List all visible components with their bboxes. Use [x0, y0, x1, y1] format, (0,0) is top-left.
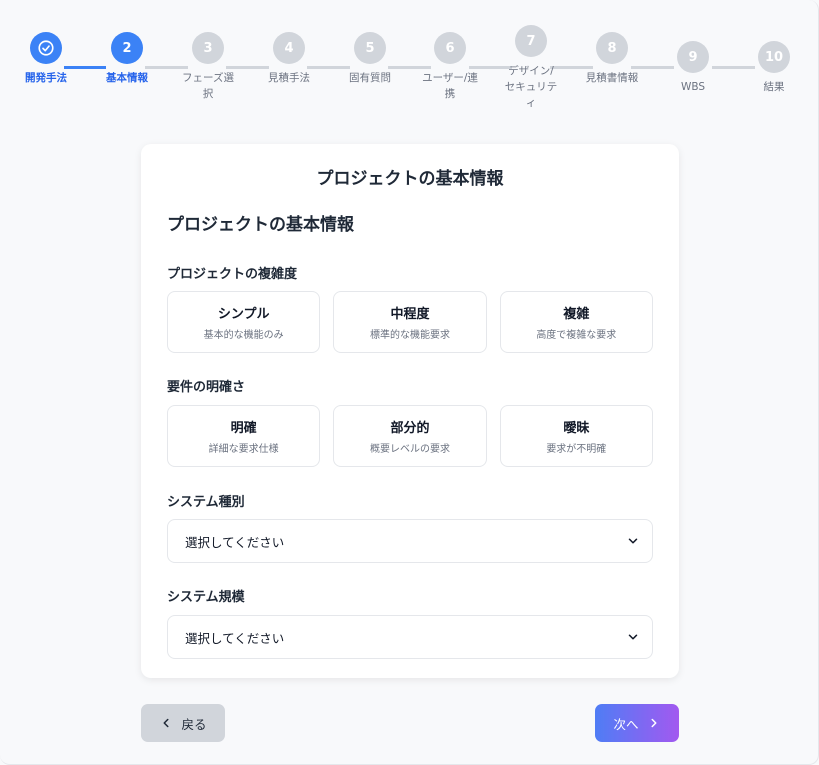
- system-scale-label: システム規模: [167, 590, 245, 605]
- clarity-option-clear[interactable]: 明確 詳細な要求仕様: [167, 405, 321, 467]
- clarity-label: 要件の明確さ: [167, 380, 246, 395]
- option-title: 部分的: [390, 421, 430, 436]
- clarity-option-partial[interactable]: 部分的 概要レベルの要求: [333, 405, 487, 467]
- step-5-circle: 5: [354, 32, 386, 64]
- step-9-label: WBS: [680, 81, 706, 93]
- step-9[interactable]: 9 WBS: [663, 41, 723, 95]
- step-3-circle: 3: [192, 32, 224, 64]
- progress-stepper: 開発手法 2 基本情報 3 フェーズ選択 4 見積手法 5 固有質問 6 ユーザ…: [0, 0, 819, 130]
- option-description: 概要レベルの要求: [369, 444, 450, 455]
- complexity-option-medium[interactable]: 中程度 標準的な機能要求: [333, 291, 487, 353]
- option-title: 明確: [230, 421, 257, 436]
- chevron-down-icon: [628, 538, 638, 544]
- complexity-label: プロジェクトの複雑度: [167, 267, 298, 282]
- option-description: 高度で複雑な要求: [536, 330, 617, 341]
- step-5[interactable]: 5 固有質問: [340, 32, 400, 86]
- step-6-circle: 6: [434, 32, 466, 64]
- step-6[interactable]: 6 ユーザー/連携: [420, 32, 480, 102]
- step-8[interactable]: 8 見積書情報: [582, 32, 642, 86]
- step-10-label: 結果: [763, 81, 785, 93]
- step-3[interactable]: 3 フェーズ選択: [178, 32, 238, 102]
- option-title: シンプル: [217, 307, 270, 322]
- system-type-label: システム種別: [167, 495, 245, 510]
- option-description: 標準的な機能要求: [369, 330, 450, 341]
- step-2[interactable]: 2 基本情報: [97, 32, 157, 86]
- step-3-label: フェーズ選択: [182, 72, 234, 100]
- option-title: 複雑: [563, 307, 590, 322]
- step-1[interactable]: 開発手法: [16, 32, 76, 86]
- step-10-circle: 10: [758, 41, 790, 73]
- step-9-circle: 9: [677, 41, 709, 73]
- complexity-options: シンプル 基本的な機能のみ 中程度 標準的な機能要求 複雑 高度で複雑な要求: [167, 291, 653, 353]
- step-8-label: 見積書情報: [585, 72, 639, 84]
- clarity-option-vague[interactable]: 曖昧 要求が不明確: [499, 405, 653, 467]
- complexity-option-simple[interactable]: シンプル 基本的な機能のみ: [167, 291, 321, 353]
- step-4[interactable]: 4 見積手法: [259, 32, 319, 86]
- step-7-circle: 7: [515, 25, 547, 57]
- system-scale-value: 選択してください: [185, 630, 285, 646]
- card-title: プロジェクトの基本情報: [316, 169, 504, 189]
- check-circle-icon: [38, 40, 54, 56]
- wizard-page: 開発手法 2 基本情報 3 フェーズ選択 4 見積手法 5 固有質問 6 ユーザ…: [0, 0, 819, 765]
- basic-info-card: プロジェクトの基本情報 プロジェクトの基本情報 プロジェクトの複雑度 シンプル …: [141, 144, 679, 678]
- step-4-label: 見積手法: [268, 72, 310, 84]
- step-2-circle: 2: [111, 32, 143, 64]
- clarity-options: 明確 詳細な要求仕様 部分的 概要レベルの要求 曖昧 要求が不明確: [167, 405, 653, 467]
- system-type-value: 選択してください: [185, 534, 285, 550]
- step-4-circle: 4: [273, 32, 305, 64]
- chevron-left-icon: [163, 718, 169, 728]
- option-description: 詳細な要求仕様: [208, 444, 279, 455]
- next-button-label: 次へ: [613, 716, 639, 732]
- section-title: プロジェクトの基本情報: [167, 215, 354, 235]
- system-type-select[interactable]: 選択してください: [167, 519, 653, 563]
- system-scale-select[interactable]: 選択してください: [167, 615, 653, 659]
- option-description: 基本的な機能のみ: [203, 330, 284, 341]
- step-1-label: 開発手法: [25, 72, 67, 84]
- step-5-label: 固有質問: [349, 72, 391, 84]
- step-8-circle: 8: [596, 32, 628, 64]
- complexity-option-complex[interactable]: 複雑 高度で複雑な要求: [499, 291, 653, 353]
- back-button[interactable]: 戻る: [141, 704, 225, 742]
- next-button[interactable]: 次へ: [595, 704, 679, 742]
- chevron-right-icon: [650, 718, 657, 728]
- option-description: 要求が不明確: [546, 444, 607, 455]
- step-2-label: 基本情報: [106, 72, 148, 84]
- step-7-label: デザイン/セキュリティ: [504, 65, 558, 109]
- back-button-label: 戻る: [181, 716, 207, 732]
- step-7[interactable]: 7 デザイン/セキュリティ: [501, 25, 561, 111]
- option-title: 曖昧: [563, 421, 590, 436]
- step-10[interactable]: 10 結果: [744, 41, 804, 95]
- option-title: 中程度: [390, 307, 430, 322]
- step-6-label: ユーザー/連携: [422, 72, 478, 100]
- chevron-down-icon: [628, 634, 638, 640]
- step-1-circle: [30, 32, 62, 64]
